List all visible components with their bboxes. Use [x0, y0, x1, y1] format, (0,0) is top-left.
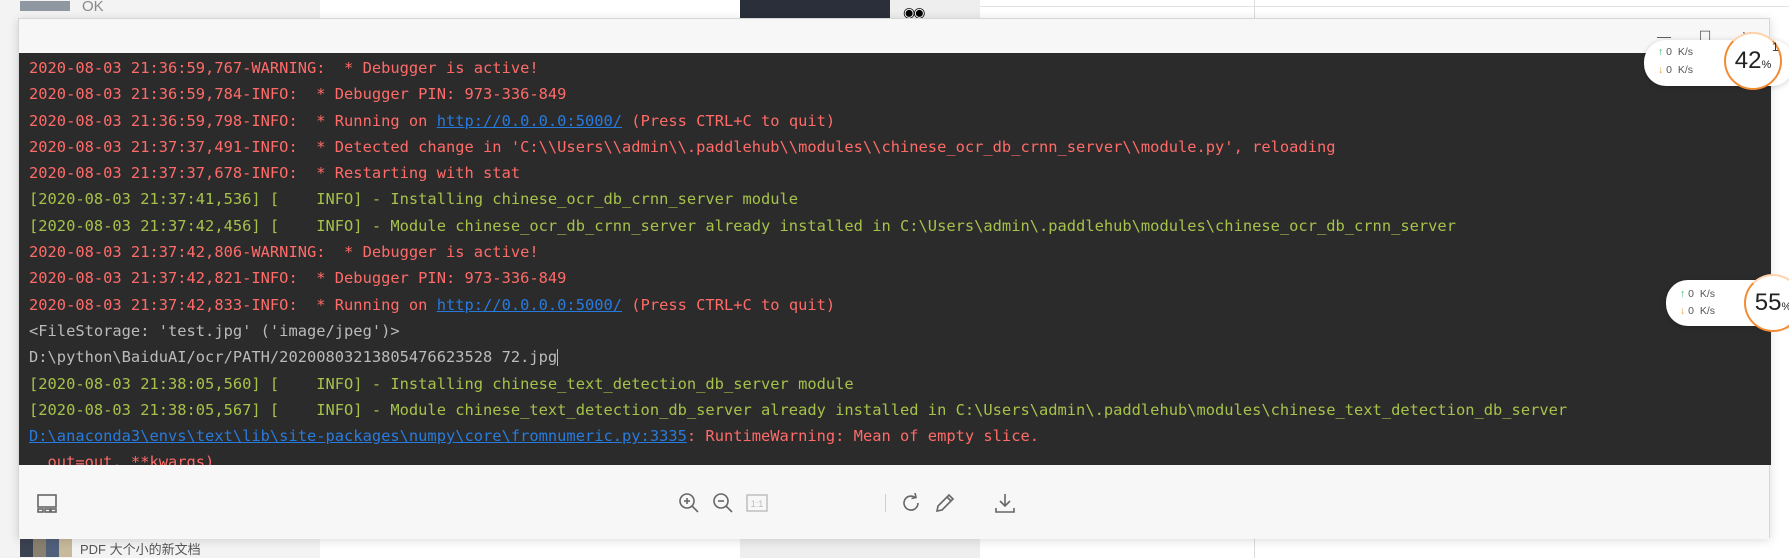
console-text: 2020-08-03 21:36:59,784-INFO: * Debugger… [29, 85, 567, 104]
rotate-icon[interactable] [899, 491, 923, 515]
background-edge-text: 1 [1772, 40, 1779, 54]
console-text: out=out, **kwargs) [29, 453, 215, 465]
console-line: 2020-08-03 21:37:42,806-WARNING: * Debug… [19, 239, 1771, 265]
console-output-image: 2020-08-03 21:36:59,767-WARNING: * Debug… [19, 53, 1771, 465]
console-text: [2020-08-03 21:37:42,456] [ INFO] - Modu… [29, 216, 1456, 235]
console-text: 2020-08-03 21:37:37,678-INFO: * Restarti… [29, 164, 521, 183]
console-text: 2020-08-03 21:36:59,798-INFO: * Running … [29, 111, 437, 130]
console-text: 2020-08-03 21:37:42,806-WARNING: * Debug… [29, 243, 539, 262]
background-bottom-text: PDF 大个小的新文档 [80, 541, 201, 557]
network-speed-widget[interactable]: ↑ 0 K/s ↓ 0 K/s 42% [1644, 32, 1789, 90]
console-text: 2020-08-03 21:37:42,833-INFO: * Running … [29, 295, 437, 314]
upload-arrow-icon: ↑ [1680, 288, 1686, 300]
text-cursor [557, 349, 559, 367]
console-line: 2020-08-03 21:37:37,678-INFO: * Restarti… [19, 160, 1771, 186]
download-arrow-icon: ↓ [1658, 64, 1664, 76]
console-line: [2020-08-03 21:38:05,567] [ INFO] - Modu… [19, 397, 1771, 423]
download-speed: ↓ 0 K/s [1680, 305, 1716, 317]
console-line: 2020-08-03 21:36:59,767-WARNING: * Debug… [19, 55, 1771, 81]
upload-speed: ↑ 0 K/s [1680, 288, 1716, 300]
upload-speed: ↑ 0 K/s [1658, 46, 1694, 58]
background-top-label: OK [82, 0, 104, 15]
console-line: out=out, **kwargs) [19, 449, 1771, 465]
download-icon[interactable] [993, 491, 1017, 515]
console-text: (Press CTRL+C to quit) [622, 111, 836, 130]
console-line: <FileStorage: 'test.jpg' ('image/jpeg')> [19, 318, 1771, 344]
title-bar: — ☐ ✕ [19, 19, 1769, 53]
console-link[interactable]: D:\anaconda3\envs\text\lib\site-packages… [29, 427, 687, 445]
download-speed: ↓ 0 K/s [1658, 64, 1694, 76]
console-text: 2020-08-03 21:37:37,491-INFO: * Detected… [29, 137, 1336, 156]
network-speed-widget[interactable]: ↑ 0 K/s ↓ 0 K/s 55% [1666, 274, 1789, 332]
console-line: 2020-08-03 21:37:42,821-INFO: * Debugger… [19, 265, 1771, 291]
console-text: : RuntimeWarning: Mean of empty slice. [686, 427, 1039, 446]
background-thumbnail [20, 1, 70, 11]
console-text: D:\python\BaiduAI/ocr/PATH/2020080321380… [29, 348, 558, 367]
zoom-out-icon[interactable] [711, 491, 735, 515]
thumbnail-strip-icon[interactable] [35, 491, 59, 515]
console-text: (Press CTRL+C to quit) [622, 295, 836, 314]
console-line: 2020-08-03 21:37:37,491-INFO: * Detected… [19, 134, 1771, 160]
console-line: 2020-08-03 21:37:42,833-INFO: * Running … [19, 292, 1771, 318]
console-text: 2020-08-03 21:37:42,821-INFO: * Debugger… [29, 269, 567, 288]
background-bottom-thumbnails [20, 539, 72, 557]
background-screenshot-thumbnail [740, 0, 890, 18]
console-text: 2020-08-03 21:36:59,767-WARNING: * Debug… [29, 59, 539, 77]
console-link[interactable]: http://0.0.0.0:5000/ [437, 296, 622, 314]
console-text: <FileStorage: 'test.jpg' ('image/jpeg')> [29, 321, 400, 340]
zoom-in-icon[interactable] [677, 491, 701, 515]
background-bottom-item: PDF 大个小的新文档 [20, 538, 201, 558]
console-line: [2020-08-03 21:37:42,456] [ INFO] - Modu… [19, 213, 1771, 239]
download-arrow-icon: ↓ [1680, 305, 1686, 317]
upload-arrow-icon: ↑ [1658, 46, 1664, 58]
edit-pencil-icon[interactable] [933, 491, 957, 515]
image-viewer-window: — ☐ ✕ 2020-08-03 21:36:59,767-WARNING: *… [18, 18, 1771, 539]
console-line: D:\anaconda3\envs\text\lib\site-packages… [19, 423, 1771, 449]
console-text: [2020-08-03 21:38:05,560] [ INFO] - Inst… [29, 374, 854, 393]
toolbar-separator [885, 494, 886, 512]
viewer-toolbar: 1:1 [19, 465, 1769, 539]
console-line: 2020-08-03 21:36:59,798-INFO: * Running … [19, 108, 1771, 134]
memory-usage-gauge: 55% [1744, 274, 1789, 332]
console-link[interactable]: http://0.0.0.0:5000/ [437, 112, 622, 130]
background-divider [980, 6, 1789, 7]
console-line: 2020-08-03 21:36:59,784-INFO: * Debugger… [19, 81, 1771, 107]
actual-size-icon[interactable]: 1:1 [745, 491, 769, 515]
console-line: D:\python\BaiduAI/ocr/PATH/2020080321380… [19, 344, 1771, 370]
console-text: [2020-08-03 21:38:05,567] [ INFO] - Modu… [29, 400, 1568, 419]
console-line: [2020-08-03 21:38:05,560] [ INFO] - Inst… [19, 371, 1771, 397]
console-line: [2020-08-03 21:37:41,536] [ INFO] - Inst… [19, 186, 1771, 212]
console-text: [2020-08-03 21:37:41,536] [ INFO] - Inst… [29, 190, 799, 209]
background-top-item: OK [20, 0, 104, 15]
actual-size-label: 1:1 [751, 499, 764, 509]
